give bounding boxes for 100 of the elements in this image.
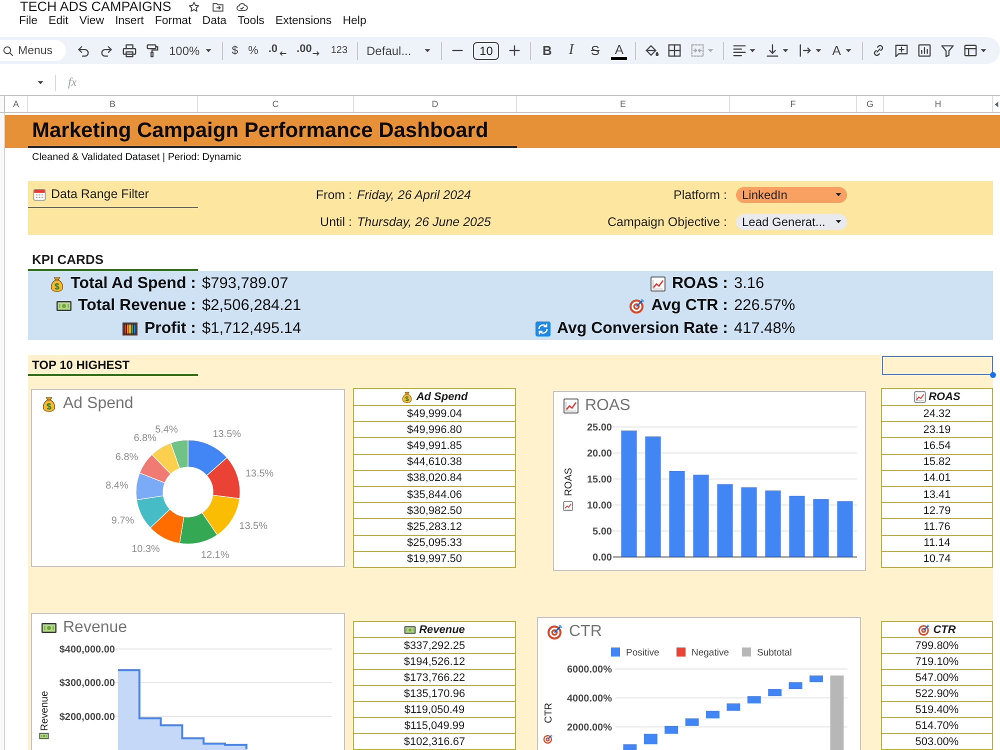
data-label: 13.5% — [245, 468, 274, 480]
table-cell: $337,292.25 — [354, 638, 515, 654]
text-rotation-button[interactable]: A — [831, 40, 854, 60]
chart-bar — [813, 499, 829, 557]
caret-icon[interactable] — [978, 46, 988, 55]
text-color-button[interactable]: A — [611, 42, 628, 60]
increase-decimals-button[interactable]: .00 — [296, 40, 322, 60]
chart-icon[interactable] — [916, 43, 932, 58]
chart-up-icon — [563, 398, 579, 414]
menu-item[interactable]: Data — [202, 15, 227, 27]
print-icon[interactable] — [122, 43, 137, 58]
calendar-icon — [33, 188, 46, 200]
plus-icon[interactable] — [507, 43, 522, 58]
abacus-icon — [122, 320, 138, 337]
strikethrough-button[interactable]: S — [587, 40, 604, 60]
column-header[interactable]: D — [354, 96, 517, 112]
kpi-value: $2,506,284.21 — [201, 297, 302, 316]
chart-bar — [747, 696, 761, 704]
font-size-field[interactable]: 10 — [473, 42, 500, 60]
caret-icon[interactable] — [814, 46, 824, 55]
table-header: Revenue — [419, 624, 465, 636]
paint-roller-icon[interactable] — [145, 43, 160, 58]
table-cell: $38,020.84 — [354, 470, 515, 487]
borders-icon[interactable] — [667, 43, 682, 58]
column-header[interactable]: H — [884, 96, 993, 112]
date-value: Thursday, 26 June 2025 — [356, 214, 491, 228]
comment-icon[interactable] — [894, 43, 909, 58]
filter-icon[interactable] — [940, 43, 955, 58]
table-cell: 14.01 — [882, 470, 992, 487]
bold-button[interactable]: B — [539, 40, 556, 60]
kpi-label: Total Revenue : — [78, 297, 196, 316]
data-label: 6.8% — [134, 433, 156, 444]
column-header[interactable]: F — [730, 96, 857, 112]
menu-item[interactable]: View — [79, 15, 104, 27]
left-triangle-icon[interactable] — [994, 100, 999, 108]
search-field[interactable]: Menus — [0, 40, 66, 61]
table-cell: $35,844.06 — [354, 486, 515, 504]
table-cell: 23.19 — [882, 422, 992, 438]
menu-item[interactable]: Insert — [115, 15, 144, 27]
table-cell: 16.54 — [882, 438, 992, 455]
menu-item[interactable]: Tools — [238, 15, 264, 27]
caret-icon — [423, 46, 432, 55]
dropdown-chip[interactable]: LinkedIn — [736, 186, 847, 202]
caret-icon — [204, 46, 213, 55]
menu-item[interactable]: Help — [342, 15, 366, 27]
left-arrow-icon — [278, 48, 287, 58]
selected-cell[interactable] — [882, 356, 993, 375]
caret-icon[interactable] — [36, 78, 45, 87]
dropdown-chip[interactable]: Lead Generat... — [736, 214, 847, 230]
menu-item[interactable]: Edit — [48, 15, 68, 27]
kpi-value: $793,789.07 — [201, 274, 288, 293]
dashboard-subtitle: Cleaned & Validated Dataset | Period: Dynamic — [32, 152, 242, 164]
menu-item[interactable]: Extensions — [275, 15, 332, 27]
zoom-dropdown[interactable]: 100% — [168, 40, 214, 60]
tick-label: 2000.00% — [566, 722, 612, 734]
filter-label: Until : — [320, 214, 353, 228]
caret-icon[interactable] — [748, 46, 758, 55]
folder-icon[interactable] — [212, 0, 224, 12]
font-dropdown[interactable]: Defaul... — [366, 40, 434, 60]
number-format-button[interactable]: 123 — [330, 40, 349, 60]
document-title[interactable]: TECH ADS CAMPAIGNS — [20, 0, 172, 13]
chart-up-icon — [914, 391, 926, 403]
banknote-icon — [404, 624, 416, 636]
formula-label: fx — [68, 75, 77, 90]
star-icon[interactable] — [188, 0, 200, 12]
paint-bucket-icon[interactable] — [644, 43, 660, 58]
fill-handle[interactable] — [990, 372, 996, 378]
redo-icon[interactable] — [99, 43, 114, 58]
table-header: Ad Spend — [416, 391, 468, 403]
legend-label: Negative — [692, 648, 729, 658]
column-header[interactable]: A — [5, 96, 28, 112]
date-value: Friday, 26 April 2024 — [356, 188, 471, 202]
caret-icon — [844, 46, 853, 55]
column-header[interactable]: C — [198, 96, 354, 112]
align-bottom-icon[interactable] — [765, 43, 780, 58]
menu-item[interactable]: File — [19, 15, 38, 27]
table-cell: 24.32 — [882, 406, 992, 422]
table-header: ROAS — [928, 391, 960, 403]
menu-item[interactable]: Format — [154, 15, 192, 27]
target-icon — [918, 624, 930, 636]
tick-label: 4000.00% — [566, 693, 612, 704]
column-header[interactable]: G — [857, 96, 884, 112]
currency-button[interactable]: $ — [230, 40, 240, 60]
column-header[interactable]: B — [28, 96, 198, 112]
decrease-decimals-button[interactable]: .0 — [267, 40, 288, 60]
text-wrap-icon[interactable] — [798, 43, 814, 58]
table-header: CTR — [933, 624, 956, 636]
data-label: 5.4% — [155, 424, 178, 436]
undo-icon[interactable] — [76, 43, 91, 58]
table-cell: $194,526.12 — [354, 654, 515, 670]
table-icon[interactable] — [962, 43, 978, 58]
align-left-icon[interactable] — [732, 43, 748, 58]
filter-label: Platform : — [674, 188, 728, 202]
cloud-icon[interactable] — [236, 0, 248, 12]
caret-icon[interactable] — [781, 46, 790, 55]
table-cell: 719.10% — [882, 654, 992, 670]
percent-button[interactable]: % — [247, 40, 260, 60]
italic-button[interactable]: I — [563, 40, 580, 60]
column-header[interactable]: E — [517, 96, 730, 112]
tick-label: 25.00 — [586, 422, 612, 434]
